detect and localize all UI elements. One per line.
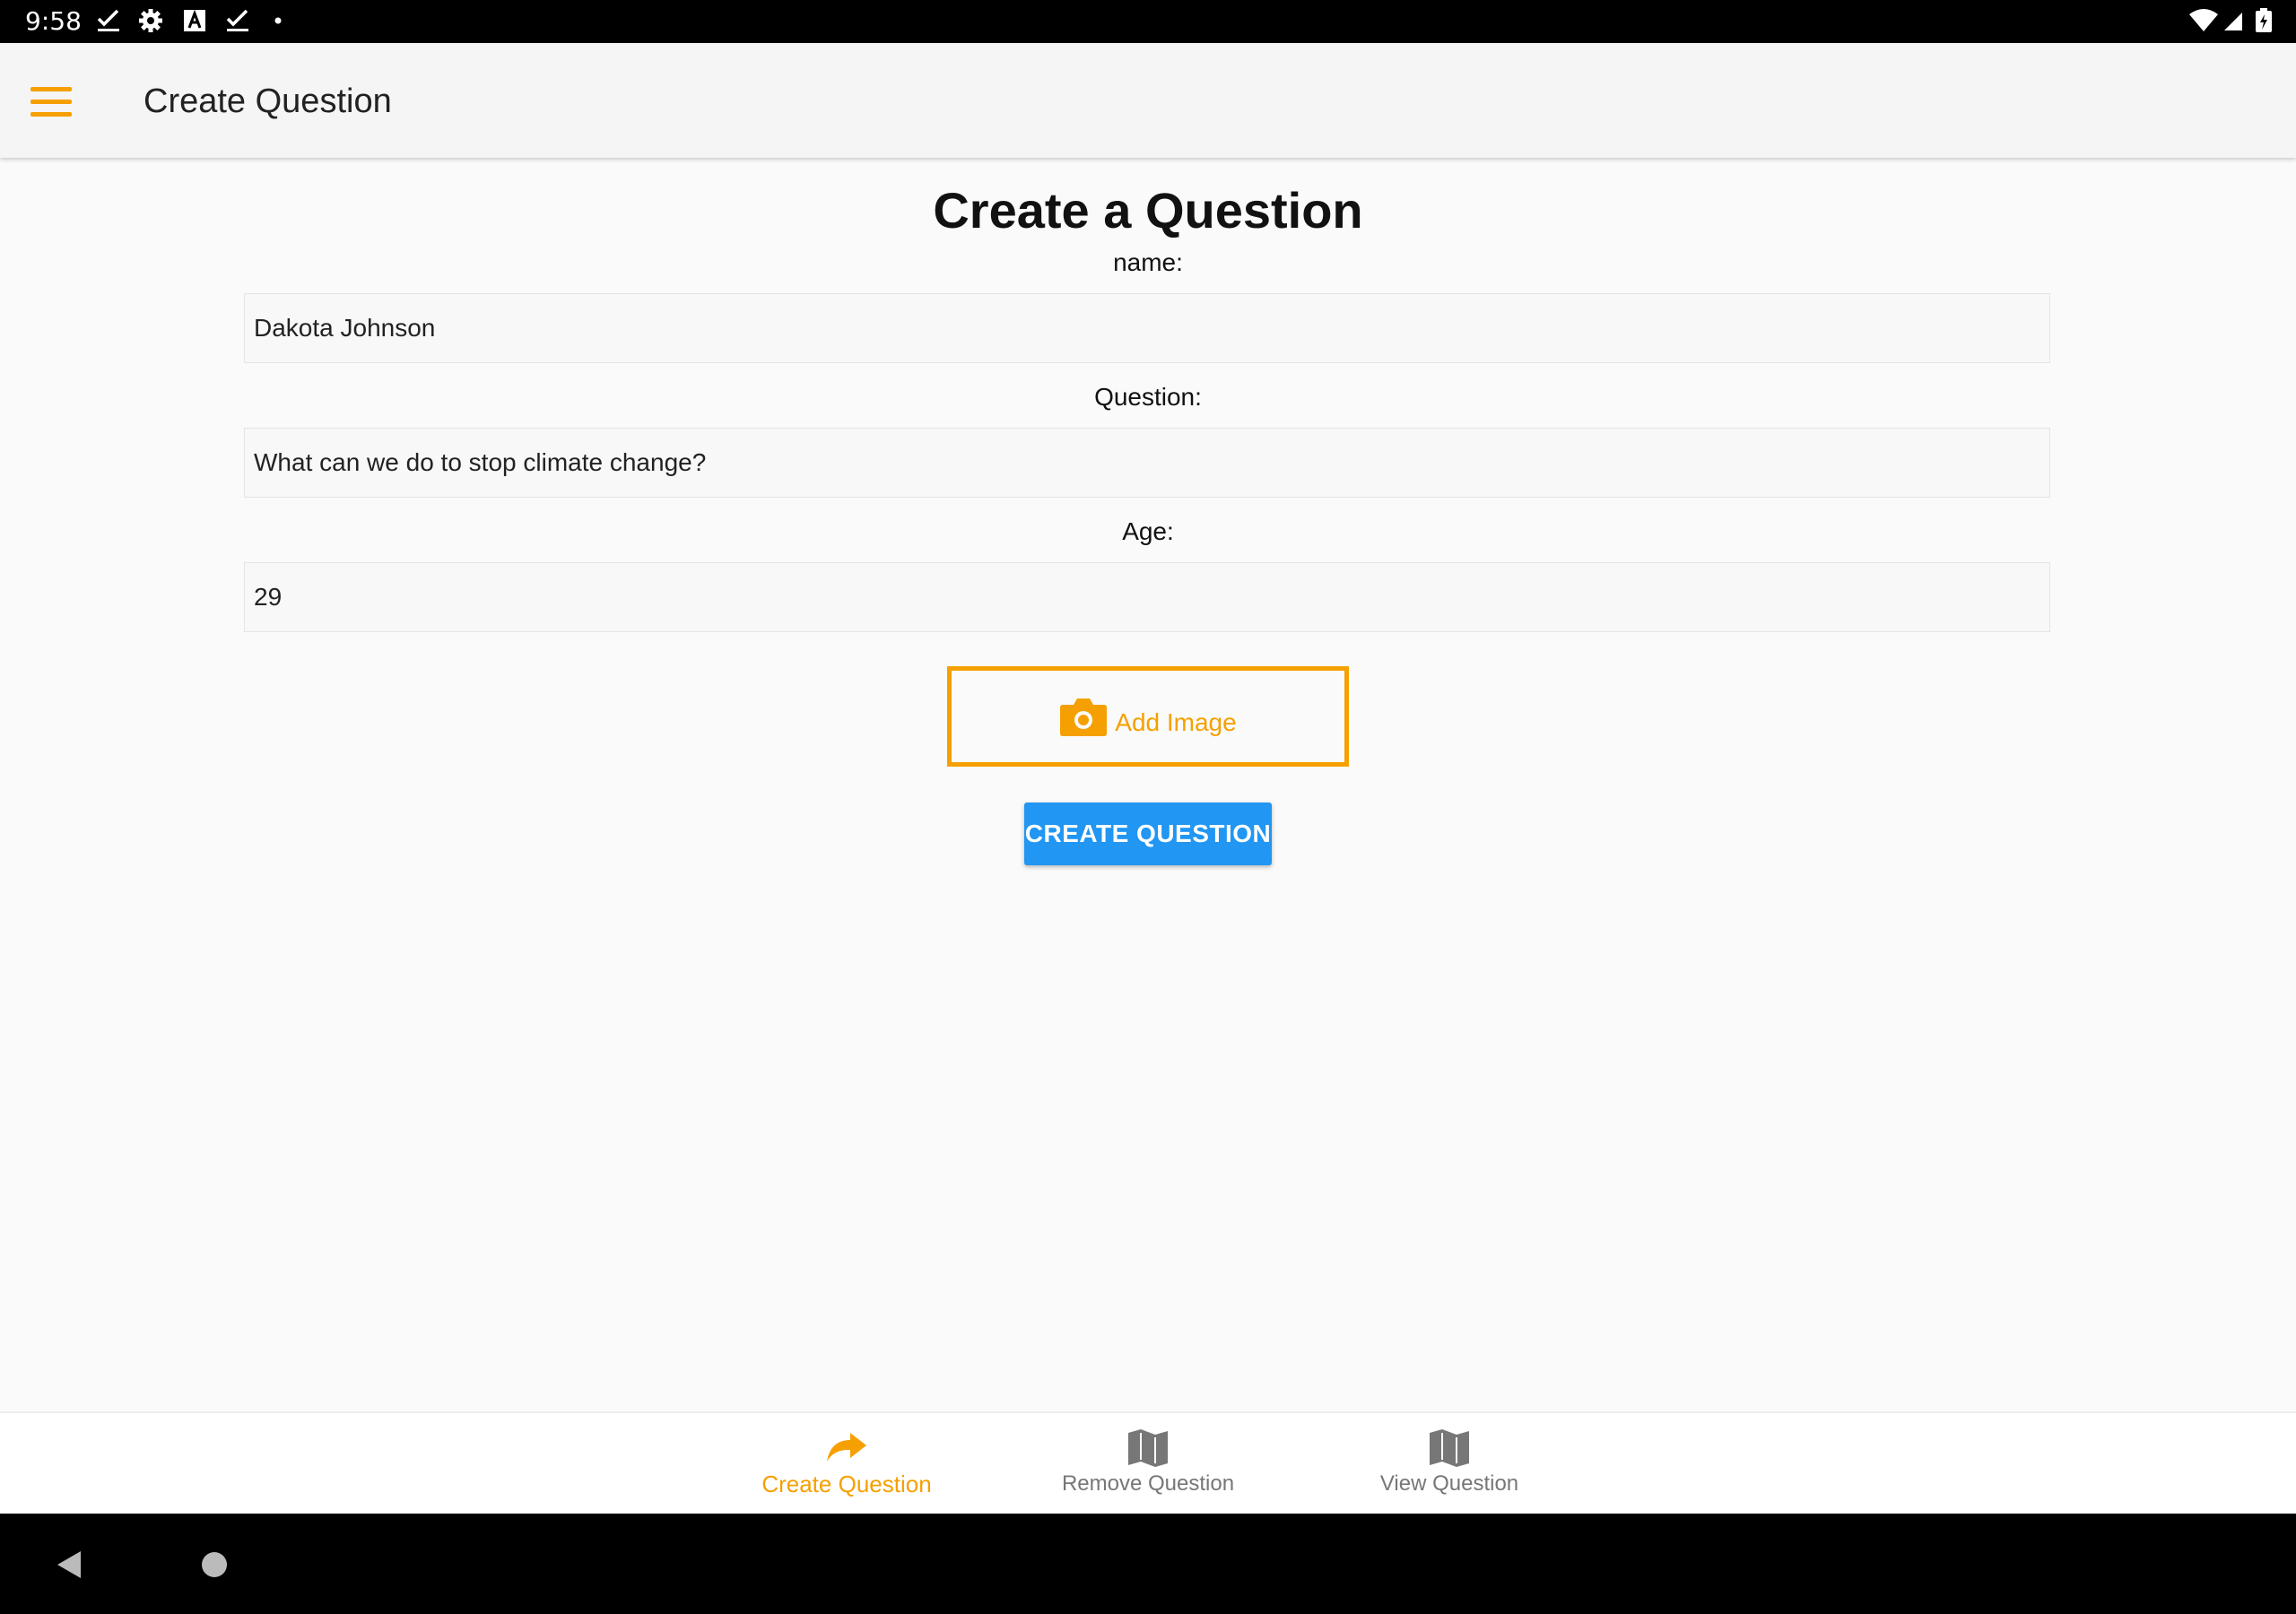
add-image-label: Add Image: [1115, 708, 1237, 736]
map-icon: [1128, 1429, 1168, 1467]
hamburger-menu-icon[interactable]: [20, 79, 81, 124]
gear-icon: [139, 9, 162, 32]
check-download-icon: [97, 9, 119, 31]
create-question-button[interactable]: CREATE QUESTION: [1024, 803, 1272, 865]
name-field[interactable]: Dakota Johnson: [244, 293, 2050, 363]
tab-remove-question[interactable]: Remove Question: [1022, 1413, 1274, 1514]
question-label: Question:: [1094, 383, 1202, 411]
age-field[interactable]: 29: [244, 562, 2050, 632]
page-heading: Create a Question: [933, 182, 1363, 239]
tab-view-question[interactable]: View Question: [1324, 1413, 1575, 1514]
battery-icon: [2256, 8, 2272, 32]
status-bar: 9:58: [0, 0, 2296, 43]
a-badge-icon: [184, 9, 205, 31]
tab-label: Remove Question: [1061, 1471, 1235, 1496]
wifi-icon: [2189, 9, 2218, 31]
app-bar-title: Create Question: [144, 82, 392, 120]
bottom-nav: Create Question Remove Question View Que…: [0, 1411, 2296, 1514]
app-bar: Create Question: [0, 43, 2296, 158]
tab-label: Create Question: [761, 1471, 932, 1497]
dot-icon: [274, 17, 282, 24]
back-icon[interactable]: [54, 1549, 84, 1580]
status-time: 9:58: [25, 6, 82, 36]
add-image-button[interactable]: Add Image: [947, 666, 1349, 767]
home-icon[interactable]: [199, 1549, 230, 1580]
camera-icon: [1060, 699, 1108, 736]
share-arrow-icon: [827, 1433, 866, 1462]
question-field[interactable]: What can we do to stop climate change?: [244, 428, 2050, 498]
age-label: Age:: [1122, 517, 1174, 545]
tab-create-question[interactable]: Create Question: [721, 1413, 972, 1514]
name-label: name:: [1113, 248, 1183, 276]
signal-icon: [2224, 13, 2242, 30]
check-download-icon: [226, 9, 248, 31]
tab-label: View Question: [1379, 1471, 1519, 1496]
map-icon: [1430, 1429, 1469, 1467]
system-nav-bar: [0, 1514, 2296, 1614]
